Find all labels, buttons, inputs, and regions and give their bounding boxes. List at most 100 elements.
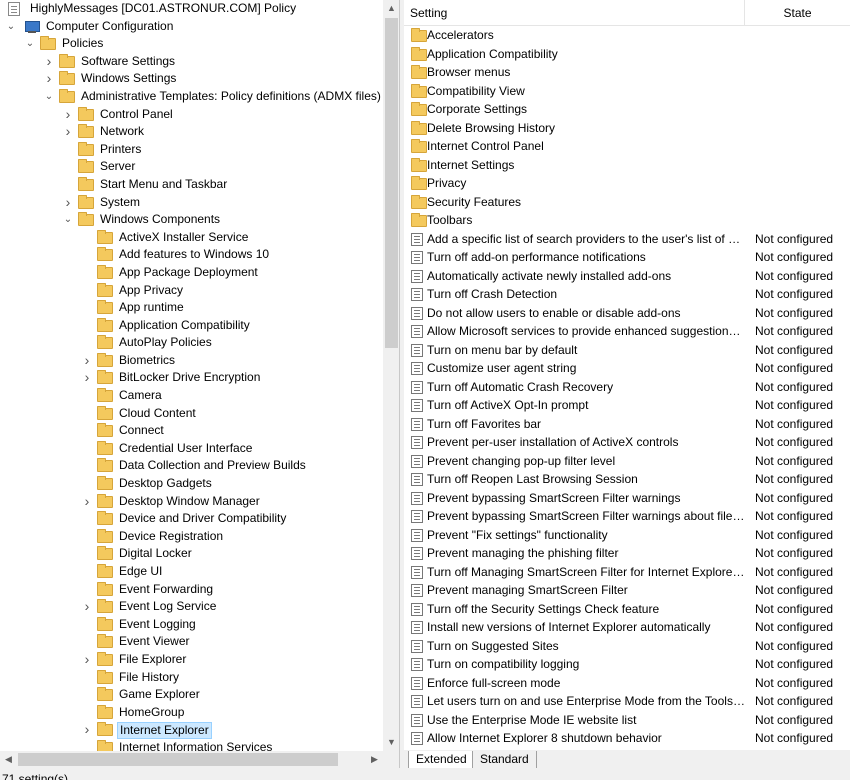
tree-item[interactable]: Printers [0, 141, 383, 159]
tree-item[interactable]: › Network [0, 123, 383, 141]
list-item-policy[interactable]: Prevent changing pop-up filter level Not … [404, 452, 850, 471]
list-item-policy[interactable]: Allow Microsoft services to provide enha… [404, 322, 850, 341]
list-item-category[interactable]: Compatibility View [404, 82, 850, 101]
tree-item[interactable]: › Desktop Window Manager [0, 493, 383, 511]
tree-item[interactable]: Edge UI [0, 563, 383, 581]
scroll-up-arrow-icon[interactable]: ▲ [383, 0, 399, 17]
chevron-right-icon[interactable]: › [81, 493, 93, 511]
tree-item[interactable]: Data Collection and Preview Builds [0, 457, 383, 475]
tree-item[interactable]: › Event Log Service [0, 598, 383, 616]
tree-item[interactable]: Event Logging [0, 616, 383, 634]
chevron-right-icon[interactable]: › [43, 70, 55, 88]
list-item-policy[interactable]: Prevent bypassing SmartScreen Filter war… [404, 489, 850, 508]
chevron-right-icon[interactable]: › [81, 369, 93, 387]
list-item-policy[interactable]: Prevent managing SmartScreen Filter Not c… [404, 581, 850, 600]
tree-item[interactable]: ⌄ Windows Components [0, 211, 383, 229]
scroll-down-arrow-icon[interactable]: ▼ [383, 734, 399, 751]
tree-item[interactable]: Camera [0, 387, 383, 405]
scroll-left-arrow-icon[interactable]: ◀ [0, 751, 17, 768]
list-item-policy[interactable]: Turn off Automatic Crash Recovery Not con… [404, 378, 850, 397]
list-item-policy[interactable]: Turn on menu bar by default Not configure… [404, 341, 850, 360]
chevron-right-icon[interactable]: › [81, 352, 93, 370]
list-item-policy[interactable]: Do not allow users to enable or disable … [404, 304, 850, 323]
list-item-category[interactable]: Toolbars [404, 211, 850, 230]
chevron-right-icon[interactable]: › [43, 53, 55, 71]
chevron-down-icon[interactable]: ⌄ [5, 18, 17, 36]
tree-item[interactable]: › System [0, 194, 383, 212]
list-item-category[interactable]: Security Features [404, 193, 850, 212]
list-item-policy[interactable]: Use the Enterprise Mode IE website list N… [404, 711, 850, 730]
tree-item[interactable]: File History [0, 669, 383, 687]
list-item-category[interactable]: Application Compatibility [404, 45, 850, 64]
list-item-category[interactable]: Delete Browsing History [404, 119, 850, 138]
chevron-right-icon[interactable]: › [62, 106, 74, 124]
chevron-right-icon[interactable]: › [81, 651, 93, 669]
list-item-policy[interactable]: Enforce full-screen mode Not configured [404, 674, 850, 693]
list-item-policy[interactable]: Let users turn on and use Enterprise Mod… [404, 692, 850, 711]
tree-item[interactable]: Cloud Content [0, 405, 383, 423]
tree-item[interactable]: HighlyMessages [DC01.ASTRONUR.COM] Polic… [0, 0, 383, 18]
policy-tree[interactable]: HighlyMessages [DC01.ASTRONUR.COM] Polic… [0, 0, 383, 751]
scroll-right-arrow-icon[interactable]: ▶ [366, 751, 383, 768]
list-item-policy[interactable]: Turn on compatibility logging Not configu… [404, 655, 850, 674]
tree-item[interactable]: › Internet Explorer [0, 721, 383, 740]
tree-item[interactable]: Connect [0, 422, 383, 440]
column-header-state[interactable]: State [745, 0, 850, 26]
tab-extended[interactable]: Extended [408, 751, 475, 769]
list-item-policy[interactable]: Customize user agent string Not configure… [404, 359, 850, 378]
list-item-policy[interactable]: Prevent "Fix settings" functionality Not … [404, 526, 850, 545]
tree-item[interactable]: Device and Driver Compatibility [0, 510, 383, 528]
chevron-right-icon[interactable]: › [81, 721, 93, 739]
tree-item[interactable]: AutoPlay Policies [0, 334, 383, 352]
tree-item[interactable]: Credential User Interface [0, 440, 383, 458]
list-item-policy[interactable]: Add a specific list of search providers … [404, 230, 850, 249]
tree-item[interactable]: ⌄ Policies [0, 35, 383, 53]
list-item-category[interactable]: Accelerators [404, 26, 850, 45]
tree-horizontal-scroll-thumb[interactable] [18, 753, 338, 766]
tree-item[interactable]: ActiveX Installer Service [0, 229, 383, 247]
tree-item[interactable]: Event Forwarding [0, 581, 383, 599]
tree-horizontal-scrollbar[interactable]: ◀ ▶ [0, 751, 383, 768]
tab-standard[interactable]: Standard [472, 751, 537, 769]
tree-item[interactable]: Digital Locker [0, 545, 383, 563]
list-item-policy[interactable]: Allow Internet Explorer 8 shutdown behav… [404, 729, 850, 748]
list-item-category[interactable]: Privacy [404, 174, 850, 193]
list-item-policy[interactable]: Turn off Crash Detection Not configured [404, 285, 850, 304]
tree-vertical-scrollbar[interactable]: ▲ ▼ [383, 0, 399, 751]
chevron-right-icon[interactable]: › [62, 123, 74, 141]
column-header-setting[interactable]: Setting [404, 0, 745, 26]
tree-item[interactable]: Desktop Gadgets [0, 475, 383, 493]
tree-item[interactable]: ⌄ Administrative Templates: Policy defini… [0, 88, 383, 106]
chevron-down-icon[interactable]: ⌄ [62, 211, 74, 229]
tree-item[interactable]: › Windows Settings [0, 70, 383, 88]
tree-item[interactable]: App runtime [0, 299, 383, 317]
tree-item[interactable]: HomeGroup [0, 704, 383, 722]
list-item-policy[interactable]: Turn on Suggested Sites Not configured [404, 637, 850, 656]
tree-item[interactable]: Event Viewer [0, 633, 383, 651]
tree-item[interactable]: ⌄ Computer Configuration [0, 18, 383, 36]
list-item-policy[interactable]: Turn off Favorites bar Not configured [404, 415, 850, 434]
list-item-policy[interactable]: Prevent per-user installation of ActiveX… [404, 433, 850, 452]
tree-vertical-scroll-thumb[interactable] [385, 18, 398, 348]
list-item-policy[interactable]: Turn off Managing SmartScreen Filter for… [404, 563, 850, 582]
tree-item[interactable]: › Software Settings [0, 53, 383, 71]
list-item-category[interactable]: Browser menus [404, 63, 850, 82]
list-item-policy[interactable]: Turn off the Security Settings Check fea… [404, 600, 850, 619]
tree-item[interactable]: Add features to Windows 10 [0, 246, 383, 264]
chevron-right-icon[interactable]: › [81, 598, 93, 616]
tree-item[interactable]: Application Compatibility [0, 317, 383, 335]
tree-item[interactable]: Game Explorer [0, 686, 383, 704]
tree-item[interactable]: › Control Panel [0, 106, 383, 124]
list-item-policy[interactable]: Turn off Reopen Last Browsing Session Not… [404, 470, 850, 489]
tree-item[interactable]: › BitLocker Drive Encryption [0, 369, 383, 387]
tree-item[interactable]: › File Explorer [0, 651, 383, 669]
tree-item[interactable]: Start Menu and Taskbar [0, 176, 383, 194]
tree-item[interactable]: App Privacy [0, 282, 383, 300]
list-item-policy[interactable]: Prevent bypassing SmartScreen Filter war… [404, 507, 850, 526]
list-item-policy[interactable]: Automatically activate newly installed a… [404, 267, 850, 286]
list-item-category[interactable]: Corporate Settings [404, 100, 850, 119]
tree-item[interactable]: Device Registration [0, 528, 383, 546]
list-item-policy[interactable]: Turn off add-on performance notification… [404, 248, 850, 267]
list-item-policy[interactable]: Install new versions of Internet Explore… [404, 618, 850, 637]
chevron-down-icon[interactable]: ⌄ [24, 35, 36, 53]
